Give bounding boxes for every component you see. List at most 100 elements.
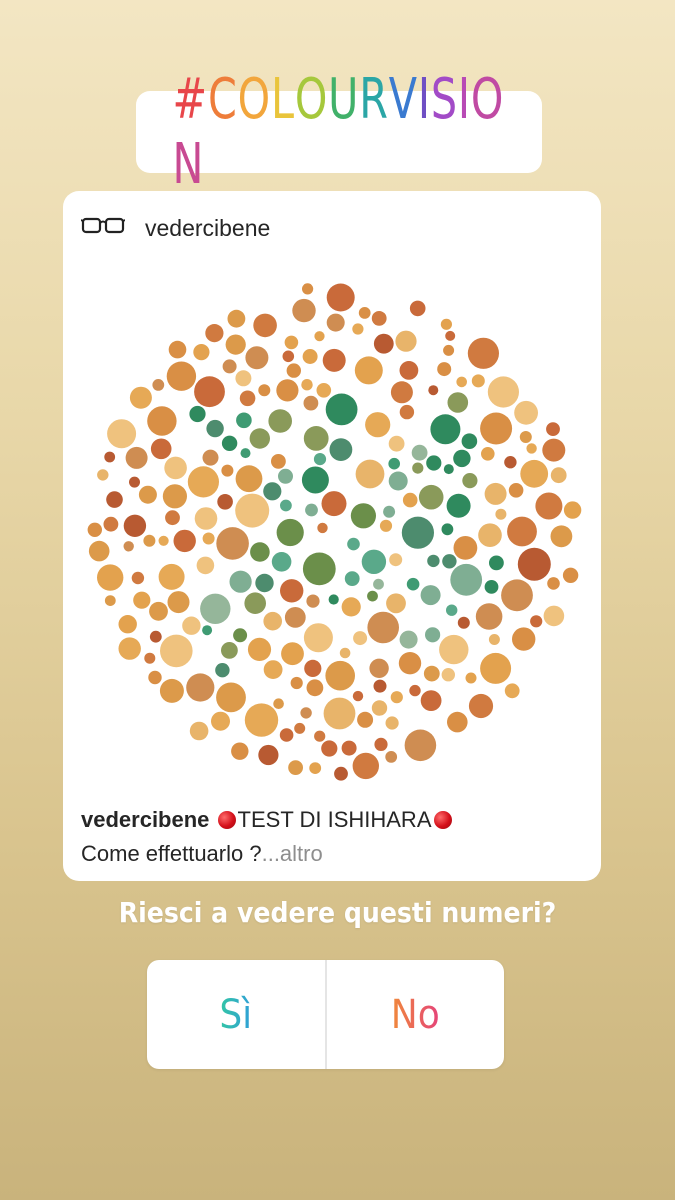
plate-dot	[420, 690, 442, 711]
plate-dot	[103, 516, 119, 532]
plate-dot	[443, 464, 454, 475]
plate-dot	[263, 611, 282, 631]
plate-dot	[547, 577, 560, 590]
plate-dot	[373, 333, 394, 354]
plate-dot	[202, 625, 213, 636]
plate-dot	[456, 376, 468, 388]
plate-dot	[193, 344, 210, 361]
plate-dot	[484, 580, 499, 594]
plate-dot	[144, 652, 156, 664]
post-username[interactable]: vedercibene	[145, 215, 270, 242]
plate-dot	[450, 563, 483, 596]
hashtag-letter: #	[172, 67, 208, 132]
plate-dot	[437, 362, 452, 377]
plate-dot	[233, 628, 248, 643]
plate-dot	[148, 670, 162, 685]
plate-dot	[263, 482, 282, 501]
plate-dot	[235, 493, 270, 528]
hashtag-sticker[interactable]: #COLOURVISION	[136, 67, 542, 197]
plate-dot	[367, 611, 400, 644]
hashtag-letter: I	[457, 67, 471, 132]
hashtag-letter: O	[470, 67, 505, 132]
plate-dot	[290, 676, 303, 690]
plate-dot	[428, 385, 439, 396]
plate-dot	[406, 577, 420, 591]
plate-dot	[123, 514, 147, 537]
plate-dot	[294, 722, 306, 734]
plate-dot	[158, 563, 185, 590]
plate-dot	[301, 466, 329, 494]
plate-dot	[517, 547, 551, 581]
plate-dot	[123, 541, 134, 552]
plate-dot	[278, 468, 293, 484]
plate-dot	[263, 660, 283, 679]
plate-dot	[279, 728, 294, 742]
plate-dot	[481, 447, 495, 461]
plate-dot	[512, 627, 536, 651]
plate-dot	[484, 482, 507, 505]
plate-dot	[365, 412, 391, 438]
plate-dot	[401, 516, 434, 549]
plate-dot	[341, 740, 357, 756]
caption-username[interactable]: vedercibene	[81, 807, 209, 832]
plate-dot	[216, 682, 246, 713]
plate-dot	[236, 412, 252, 429]
plate-dot	[300, 707, 312, 719]
plate-dot	[268, 409, 292, 433]
plate-dot	[317, 522, 328, 534]
caption-line2: Come effettuarlo ?	[81, 841, 262, 866]
plate-dot	[328, 594, 339, 605]
plate-dot	[280, 499, 292, 512]
plate-dot	[271, 454, 286, 469]
plate-dot	[420, 585, 441, 606]
plate-dot	[313, 453, 327, 466]
plate-dot	[353, 631, 368, 646]
plate-dot	[508, 483, 524, 498]
plate-dot	[97, 564, 124, 591]
caption-more-link[interactable]: ...altro	[262, 841, 323, 866]
plate-dot	[160, 634, 193, 668]
hashtag-letter: V	[388, 67, 418, 132]
plate-dot	[302, 349, 318, 364]
plate-dot	[131, 571, 145, 585]
plate-dot	[97, 469, 109, 481]
hashtag-letter: L	[271, 67, 295, 132]
plate-dot	[147, 406, 177, 436]
plate-dot	[411, 444, 428, 461]
plate-dot	[309, 762, 322, 774]
plate-dot	[225, 334, 246, 355]
plate-dot	[286, 363, 301, 378]
plate-dot	[303, 426, 329, 451]
plate-dot	[165, 510, 180, 526]
poll-option-yes[interactable]: Sì	[147, 960, 325, 1069]
plate-dot	[166, 361, 197, 391]
plate-dot	[235, 465, 263, 493]
plate-dot	[427, 554, 440, 568]
shared-post-card[interactable]: vedercibene vedercibene TEST DI ISHIHARA…	[63, 191, 601, 881]
plate-dot	[504, 456, 517, 469]
plate-dot	[149, 630, 162, 643]
plate-dot	[152, 379, 165, 391]
plate-dot	[221, 642, 238, 659]
plate-dot	[164, 456, 187, 480]
plate-dot	[442, 554, 457, 569]
plate-dot	[453, 449, 471, 468]
plate-dot	[404, 729, 437, 762]
poll-option-no[interactable]: No	[327, 960, 505, 1069]
hashtag-letter: C	[207, 67, 238, 132]
poll-sticker: Sì No	[147, 960, 504, 1069]
plate-dot	[447, 711, 468, 733]
plate-dot	[389, 553, 403, 567]
plate-dot	[138, 485, 157, 504]
plate-dot	[520, 459, 549, 488]
plate-dot	[341, 597, 361, 617]
post-header: vedercibene	[63, 191, 601, 265]
plate-dot	[271, 552, 292, 572]
plate-dot	[158, 535, 169, 546]
plate-dot	[371, 700, 388, 716]
plate-dot	[87, 522, 102, 537]
plate-dot	[273, 698, 284, 709]
plate-dot	[388, 457, 401, 470]
plate-dot	[205, 324, 224, 343]
plate-dot	[211, 711, 230, 731]
